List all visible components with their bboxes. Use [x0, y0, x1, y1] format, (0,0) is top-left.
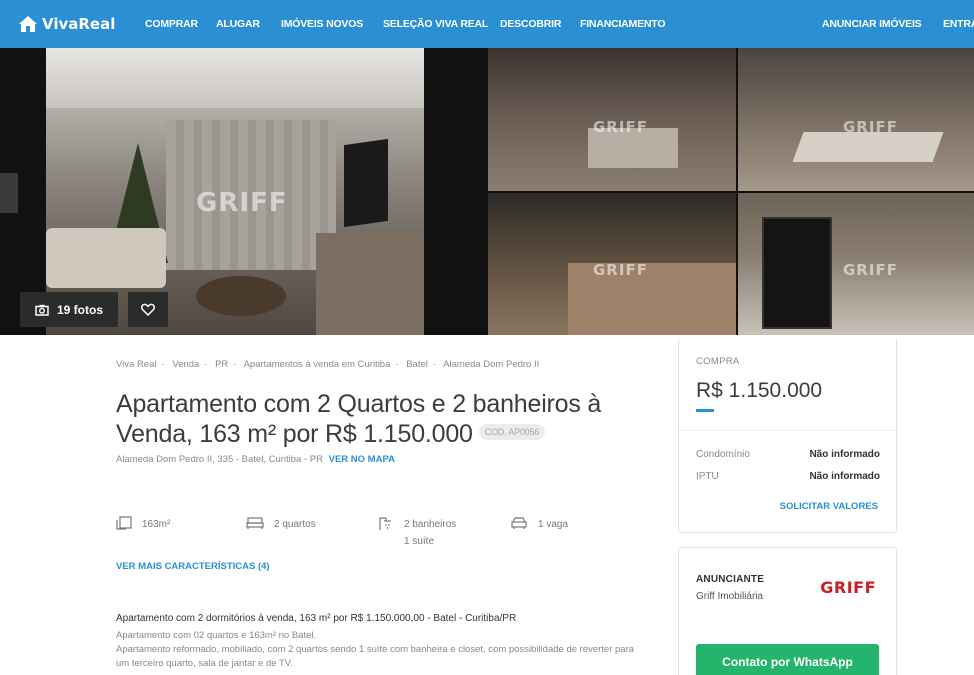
feature-parking-value: 1 vaga	[538, 519, 569, 530]
nav-link-alugar[interactable]: ALUGAR	[216, 18, 260, 30]
brand-name: VivaReal	[42, 15, 116, 33]
feature-parking: 1 vaga	[510, 516, 568, 533]
advertiser-name[interactable]: Griff Imobiliária	[696, 591, 763, 602]
condo-fee-value: Não informado	[809, 449, 880, 460]
nav-link-selecao-viva-real[interactable]: SELEÇÃO VIVA REAL	[383, 18, 488, 30]
watermark: GRIFF	[843, 118, 898, 136]
feature-rooms-value: 2 quartos	[274, 519, 316, 530]
nav-link-financiamento[interactable]: FINANCIAMENTO	[580, 18, 665, 30]
breadcrumb: Viva Real · Venda · PR · Apartamentos à ven…	[116, 359, 540, 370]
description-line: Apartamento reformado, mobiliado, com 2 …	[116, 644, 635, 669]
heart-icon	[141, 303, 155, 316]
feature-area: 163m²	[116, 516, 170, 533]
car-icon	[511, 517, 527, 529]
gallery-prev-tab[interactable]	[0, 173, 18, 213]
more-features-link[interactable]: VER MAIS CARACTERÍSTICAS (4)	[116, 561, 270, 572]
nav-link-entrar[interactable]: ENTRAR	[943, 18, 974, 30]
breadcrumb-item[interactable]: Batel	[406, 359, 428, 370]
condo-fee-row: Condomínio Não informado	[696, 449, 880, 460]
whatsapp-contact-button[interactable]: Contato por WhatsApp	[696, 644, 879, 675]
breadcrumb-item[interactable]: Venda	[172, 359, 199, 370]
request-values-link[interactable]: SOLICITAR VALORES	[780, 501, 878, 512]
description-line: Apartamento com 02 quartos e 163m² no Ba…	[116, 630, 317, 641]
description-body: Apartamento com 02 quartos e 163m² no Ba…	[116, 629, 646, 671]
nav-link-anunciar-imoveis[interactable]: ANUNCIAR IMÓVEIS	[822, 18, 922, 30]
description-title: Apartamento com 2 dormitórios à venda, 1…	[116, 613, 517, 624]
nav-link-descobrir[interactable]: DESCOBRIR	[500, 18, 561, 30]
price-label: COMPRA	[696, 356, 740, 367]
photos-count-label: 19 fotos	[56, 302, 103, 317]
breadcrumb-item[interactable]: Apartamentos à venda em Curitiba	[244, 359, 391, 370]
photos-count-button[interactable]: 19 fotos	[20, 292, 118, 327]
watermark: GRIFF	[593, 261, 648, 279]
shower-icon	[379, 517, 391, 530]
price-card: COMPRA R$ 1.150.000 Condomínio Não infor…	[678, 338, 897, 533]
bed-icon	[246, 517, 264, 529]
photo-dining-table[interactable]: GRIFF	[738, 48, 974, 191]
nav-link-imoveis-novos[interactable]: IMÓVEIS NOVOS	[281, 18, 363, 30]
breadcrumb-item[interactable]: PR	[215, 359, 228, 370]
top-navbar: VivaReal COMPRAR ALUGAR IMÓVEIS NOVOS SE…	[0, 0, 974, 48]
breadcrumb-item[interactable]: Alameda Dom Pedro II	[443, 359, 539, 370]
photo-dining-room[interactable]: GRIFF	[488, 48, 736, 191]
vivareal-logo[interactable]: VivaReal	[18, 15, 115, 33]
photo-kitchen-oven[interactable]: GRIFF	[738, 193, 974, 335]
listing-code-badge: COD. AP0056	[478, 424, 546, 441]
advertiser-card: ANUNCIANTE Griff Imobiliária GRIFF Conta…	[678, 547, 897, 675]
favorite-button[interactable]	[128, 292, 168, 327]
view-on-map-link[interactable]: VER NO MAPA	[329, 454, 395, 465]
watermark: GRIFF	[593, 118, 648, 136]
photo-kitchen-counter[interactable]: GRIFF	[488, 193, 736, 335]
price-value: R$ 1.150.000	[696, 379, 823, 402]
watermark: GRIFF	[196, 188, 288, 218]
listing-title: Apartamento com 2 Quartos e 2 banheiros …	[116, 389, 656, 449]
iptu-label: IPTU	[696, 471, 719, 482]
iptu-value: Não informado	[809, 471, 880, 482]
area-icon	[116, 516, 132, 530]
condo-fee-label: Condomínio	[696, 449, 750, 460]
feature-bathrooms-value: 2 banheiros	[404, 519, 457, 530]
advertiser-label: ANUNCIANTE	[696, 574, 765, 585]
griff-logo[interactable]: GRIFF	[820, 578, 876, 597]
listing-address: Alameda Dom Pedro II, 335 - Batel, Curit…	[116, 454, 323, 465]
listing-address-line: Alameda Dom Pedro II, 335 - Batel, Curit…	[116, 454, 395, 465]
camera-icon	[35, 304, 49, 316]
price-card-divider	[679, 430, 896, 431]
breadcrumb-item[interactable]: Viva Real	[116, 359, 157, 370]
nav-link-comprar[interactable]: COMPRAR	[145, 18, 198, 30]
feature-area-value: 163m²	[142, 519, 171, 530]
feature-suites-value: 1 suíte	[404, 536, 435, 547]
price-accent-bar	[696, 409, 714, 412]
feature-rooms: 2 quartos	[246, 516, 316, 533]
watermark: GRIFF	[843, 261, 898, 279]
feature-bathrooms: 2 banheiros 1 suíte	[378, 516, 456, 550]
house-logo-icon	[18, 15, 40, 33]
iptu-row: IPTU Não informado	[696, 471, 880, 482]
